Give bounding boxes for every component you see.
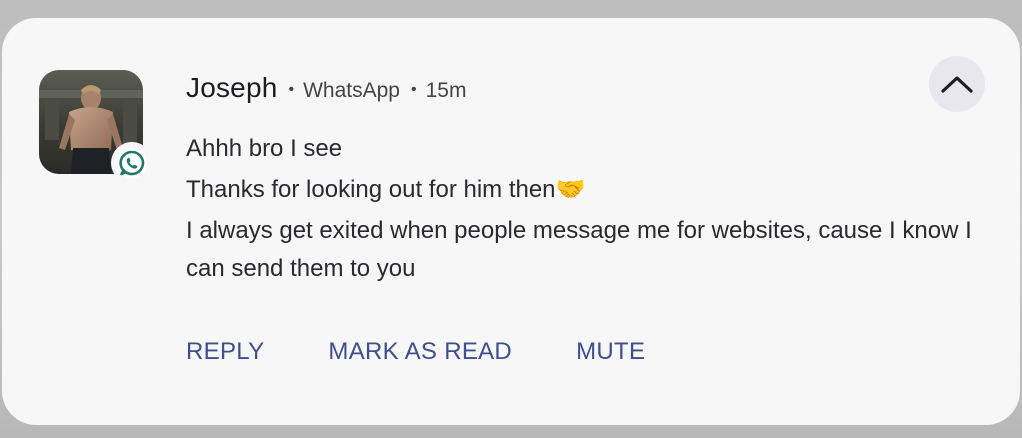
- message-line: Thanks for looking out for him then🤝: [186, 176, 586, 203]
- mute-button[interactable]: MUTE: [576, 338, 645, 366]
- timestamp: 15m: [425, 79, 467, 102]
- notification-header: Joseph • WhatsApp • 15m: [186, 72, 466, 104]
- contact-avatar: [39, 70, 153, 184]
- app-name: WhatsApp: [303, 79, 400, 102]
- chevron-up-icon: [941, 76, 973, 93]
- separator-dot: •: [288, 81, 295, 98]
- collapse-button[interactable]: [929, 56, 985, 112]
- notification-actions: REPLY MARK AS READ MUTE: [186, 338, 645, 366]
- mark-as-read-button[interactable]: MARK AS READ: [328, 338, 512, 366]
- message-line: Ahhh bro I see: [186, 135, 343, 162]
- whatsapp-icon: [117, 148, 147, 178]
- separator-dot: •: [411, 81, 417, 98]
- notification-card[interactable]: Joseph • WhatsApp • 15m Ahhh bro I see T…: [2, 18, 1020, 425]
- message-line: I always get exited when people message …: [186, 217, 972, 282]
- reply-button[interactable]: REPLY: [186, 338, 264, 366]
- message-body: Ahhh bro I see Thanks for looking out fo…: [186, 128, 996, 288]
- whatsapp-badge: [111, 142, 153, 184]
- sender-name: Joseph: [186, 72, 278, 103]
